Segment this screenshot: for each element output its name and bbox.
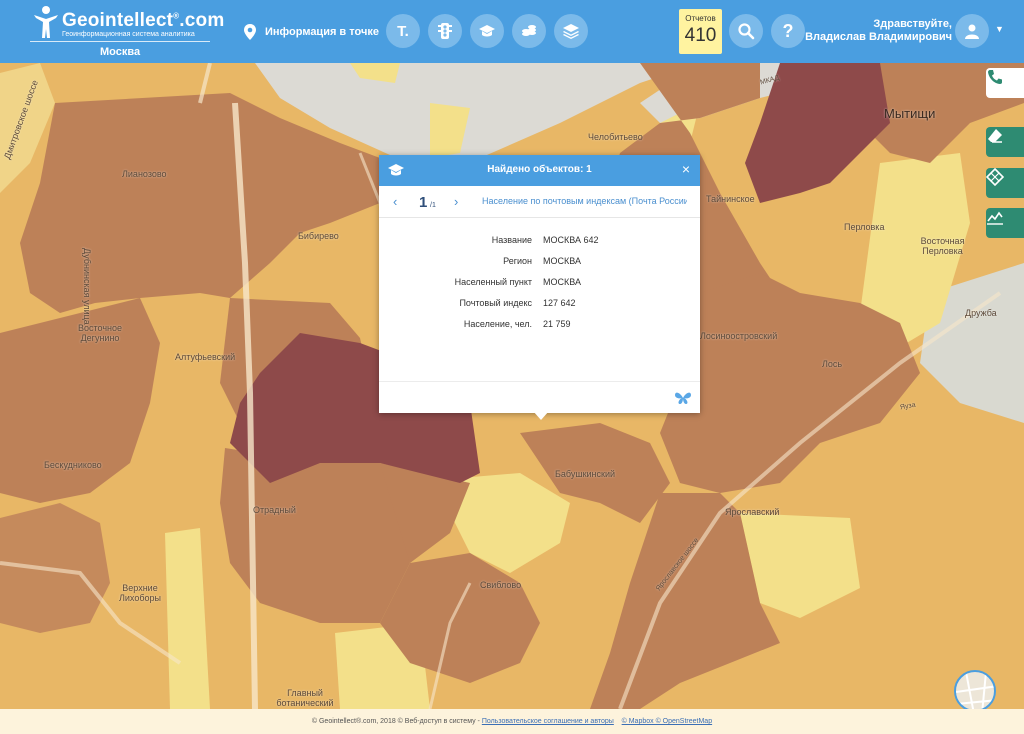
attribute-value: 127 642	[543, 298, 576, 308]
attribution-footer: © Geointellect®.com, 2018 © Веб-доступ в…	[0, 709, 1024, 734]
help-icon: ?	[782, 20, 794, 41]
road-label: Дубнинская улица	[82, 248, 92, 325]
map-grid-icon	[986, 168, 1004, 186]
layers-icon	[563, 24, 579, 39]
popup-title: Найдено объектов: 1	[487, 164, 592, 175]
reports-count: 410	[684, 25, 717, 46]
popup-header: Найдено объектов: 1 ×	[379, 155, 700, 186]
education-button[interactable]	[470, 14, 504, 48]
logo-subtitle: Геоинформационная система аналитика	[62, 31, 195, 38]
attribute-value: МОСКВА 642	[543, 235, 599, 245]
attribute-row: Населенный пункт МОСКВА	[379, 277, 700, 298]
mapbox-osm-link[interactable]: © Mapbox © OpenStreetMap	[622, 718, 712, 725]
attribute-value: МОСКВА	[543, 277, 581, 287]
district-label: Тайнинское	[706, 194, 755, 204]
top-header: Geointellect®.com Геоинформационная сист…	[0, 0, 1024, 63]
logo-title: Geointellect®.com	[62, 10, 225, 31]
text-tool-label: T.	[397, 22, 409, 40]
text-tool-button[interactable]: T.	[386, 14, 420, 48]
district-label: Восточная Перловка	[920, 236, 965, 256]
city-label: Мытищи	[884, 106, 936, 121]
traffic-light-icon	[438, 23, 452, 39]
butterfly-icon[interactable]	[674, 390, 692, 406]
district-label: Отрадный	[253, 505, 296, 515]
attribute-row: Население, чел. 21 759	[379, 319, 700, 340]
district-label: Бабушкинский	[555, 469, 616, 479]
terms-link[interactable]: Пользовательское соглашение и авторы	[482, 718, 614, 725]
info-point-label: Информация в точке	[265, 26, 379, 38]
phone-icon	[988, 70, 1002, 84]
next-page-button[interactable]: ›	[454, 194, 458, 209]
greeting-line: Здравствуйте,	[873, 18, 952, 30]
copyright-text: © Geointellect®.com, 2018 © Веб-доступ в…	[311, 718, 482, 725]
user-icon	[965, 24, 979, 39]
district-label: Лось	[822, 359, 843, 369]
popup-pagination: ‹ 1 /1 › Население по почтовым индексам …	[379, 186, 700, 218]
district-label: Лосиноостровский	[700, 331, 778, 341]
user-menu-chevron-icon[interactable]: ▼	[995, 24, 1004, 34]
attribute-row: Почтовый индекс 127 642	[379, 298, 700, 319]
district-label: Бескудниково	[44, 460, 102, 470]
district-label: Верхние Лихоборы	[119, 583, 161, 603]
attribute-key: Название	[491, 235, 532, 245]
attribute-value: МОСКВА	[543, 256, 581, 266]
attribute-row: Регион МОСКВА	[379, 256, 700, 277]
money-button[interactable]	[512, 14, 546, 48]
help-button[interactable]: ?	[771, 14, 805, 48]
traffic-light-button[interactable]	[428, 14, 462, 48]
total-pages: /1	[430, 202, 436, 209]
close-icon[interactable]: ×	[682, 161, 690, 177]
attribute-key: Почтовый индекс	[459, 298, 532, 308]
district-label: Перловка	[844, 222, 885, 232]
district-label: Свиблово	[480, 580, 522, 590]
district-label: Ярославский	[725, 507, 780, 517]
district-label: Бибирево	[298, 231, 339, 241]
attribute-key: Населенный пункт	[454, 277, 532, 287]
user-name: Владислав Владимирович	[805, 31, 952, 43]
district-label: Лианозово	[122, 169, 167, 179]
info-point-dropdown[interactable]: Информация в точке ▼	[243, 20, 404, 44]
eraser-icon	[988, 129, 1002, 143]
logo-divider	[30, 41, 210, 42]
district-label: Дружба	[965, 308, 997, 318]
attribute-key: Регион	[503, 256, 532, 266]
person-logo-icon	[34, 6, 58, 38]
current-page: 1	[419, 194, 428, 211]
search-button[interactable]	[729, 14, 763, 48]
feature-info-popup: Найдено объектов: 1 × ‹ 1 /1 › Население…	[379, 155, 700, 413]
app-logo[interactable]: Geointellect®.com Геоинформационная сист…	[30, 4, 224, 62]
reports-label: Отчетов	[685, 14, 716, 23]
attribute-row: Название МОСКВА 642	[379, 235, 700, 256]
attribute-value: 21 759	[543, 319, 571, 329]
district-label: Алтуфьевский	[175, 352, 236, 362]
user-avatar[interactable]	[955, 14, 989, 48]
attribute-key: Население, чел.	[463, 319, 532, 329]
prev-page-button[interactable]: ‹	[393, 194, 397, 209]
district-label: Челобитьево	[588, 132, 643, 142]
district-label: Главный ботанический	[276, 688, 334, 708]
popup-pointer	[533, 411, 549, 420]
side-phone-button[interactable]	[986, 68, 1024, 98]
reports-counter[interactable]: Отчетов 410	[679, 9, 722, 54]
search-icon	[738, 23, 755, 40]
district-label: Восточное Дегунино	[77, 323, 122, 343]
map-pin-icon	[244, 24, 256, 40]
side-eraser-button[interactable]	[986, 127, 1024, 157]
graduation-cap-icon	[479, 25, 495, 37]
side-map-button[interactable]	[986, 168, 1024, 198]
popup-footer	[379, 381, 700, 413]
layers-button[interactable]	[554, 14, 588, 48]
basemap-toggle[interactable]	[954, 670, 996, 712]
attribute-table: Название МОСКВА 642 Регион МОСКВА Населе…	[379, 235, 700, 340]
coins-icon	[522, 25, 536, 36]
line-chart-icon	[987, 211, 1003, 225]
side-chart-button[interactable]	[986, 208, 1024, 238]
user-greeting[interactable]: Здравствуйте, Владислав Владимирович	[805, 18, 952, 44]
layer-name[interactable]: Население по почтовым индексам (Почта Ро…	[482, 196, 687, 206]
city-selector[interactable]: Москва	[100, 46, 140, 58]
